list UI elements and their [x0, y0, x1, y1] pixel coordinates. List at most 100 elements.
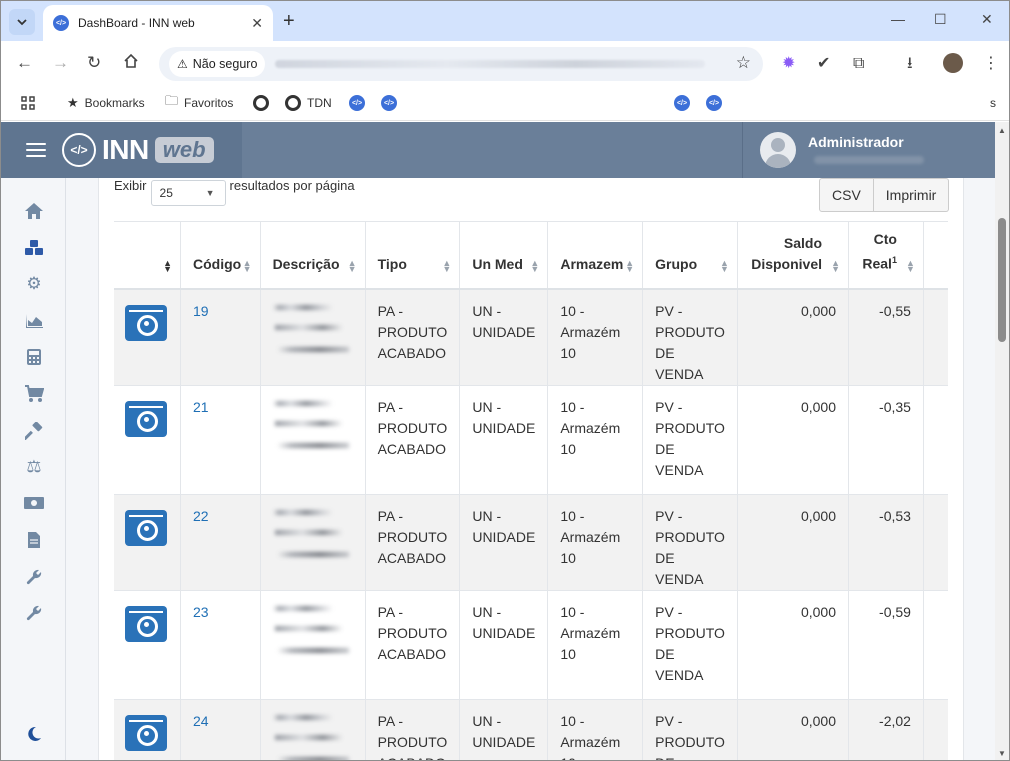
sort-icon: ▲ ▼ — [625, 257, 635, 274]
back-arrow-icon[interactable]: ← — [16, 53, 33, 73]
hamburger-menu-icon[interactable] — [26, 139, 46, 161]
description-redacted — [272, 710, 349, 760]
image-cell — [114, 494, 181, 591]
bookmark-ring[interactable] — [253, 94, 275, 112]
home-button-icon[interactable] — [123, 53, 139, 74]
home-icon[interactable] — [23, 200, 45, 222]
code-icon: </> — [349, 95, 365, 111]
tipo-cell: PA - PRODUTO ACABADO — [365, 494, 461, 591]
table-header-row: ▲ ▼ Código ▲ ▼ Descrição ▲ ▼ Tipo ▲ ▼ Un Med ▲ ▼ … — [114, 221, 948, 289]
balance-scale-icon[interactable]: ⚖ — [23, 456, 45, 478]
money-bill-icon[interactable] — [23, 492, 45, 514]
sidebar: ⚙ ⚖ — [1, 178, 66, 760]
column-header-armazem[interactable]: Armazem ▲ ▼ — [547, 221, 644, 289]
code-cell: 19 — [180, 288, 261, 386]
overflow-cell — [923, 699, 948, 760]
forward-arrow-icon[interactable]: → — [52, 53, 69, 73]
page-scrollbar[interactable]: ▲ ▼ — [995, 122, 1009, 760]
column-header-cto-real[interactable]: Cto Real1 ▲ ▼ — [848, 221, 924, 289]
bookmark-tdn[interactable]: TDN — [285, 94, 332, 112]
site-info-chip[interactable]: ⚠ Não seguro — [169, 51, 266, 77]
new-tab-button[interactable]: + — [283, 9, 295, 33]
cart-icon[interactable] — [23, 383, 45, 405]
product-code-link[interactable]: 21 — [193, 399, 209, 415]
camera-icon[interactable] — [125, 509, 167, 546]
product-code-link[interactable]: 24 — [193, 713, 209, 729]
camera-icon[interactable] — [125, 714, 167, 751]
moon-icon[interactable] — [23, 723, 45, 745]
column-header-tipo[interactable]: Tipo ▲ ▼ — [365, 221, 461, 289]
bookmark-star-icon[interactable]: ☆ — [736, 53, 751, 73]
url-text-redacted — [275, 60, 706, 68]
menu-dots-icon[interactable]: ⋮ — [983, 54, 999, 74]
per-page-label: resultados por página — [229, 177, 355, 193]
bookmark-innweb-2[interactable]: </> — [381, 94, 397, 112]
code-cell: 24 — [180, 699, 261, 760]
page-length-control: Exibir 25 ▼ resultados por página — [114, 172, 355, 206]
bookmark-innweb-1[interactable]: </> — [349, 94, 365, 112]
close-icon[interactable]: ✕ — [251, 15, 263, 32]
cubes-icon[interactable] — [23, 237, 45, 259]
product-code-link[interactable]: 23 — [193, 604, 209, 620]
bookmark-favoritos[interactable]: 🗀 Favoritos — [165, 93, 233, 112]
maximize-icon[interactable]: ☐ — [934, 11, 947, 28]
product-code-link[interactable]: 19 — [193, 303, 209, 319]
armazem-cell: 10 - Armazém 10 — [547, 699, 644, 760]
minimize-icon[interactable]: — — [891, 11, 905, 27]
product-code-link[interactable]: 22 — [193, 508, 209, 524]
chart-area-icon[interactable] — [23, 310, 45, 332]
scrollbar-thumb[interactable] — [998, 218, 1006, 342]
column-header-descricao[interactable]: Descrição ▲ ▼ — [260, 221, 366, 289]
download-icon[interactable]: ⭳ — [907, 54, 913, 74]
tab-search-button[interactable] — [9, 9, 35, 35]
extension-gear-icon[interactable]: ✹ — [782, 54, 795, 74]
column-header-grupo[interactable]: Grupo ▲ ▼ — [642, 221, 738, 289]
user-menu[interactable]: Administrador — [742, 122, 995, 178]
unmed-cell: UN - UNIDADE — [459, 385, 549, 495]
column-header-codigo[interactable]: Código ▲ ▼ — [180, 221, 261, 289]
sort-icon: ▲ ▼ — [720, 257, 729, 274]
bookmarks-overflow[interactable]: s — [990, 94, 996, 112]
window-close-icon[interactable]: ✕ — [981, 11, 993, 28]
hammer-icon[interactable] — [23, 420, 45, 442]
reload-icon[interactable]: ↻ — [87, 53, 101, 73]
browser-toolbar: ← → ↻ ⚠ Não seguro ☆ ✹ ✔ ⧉ ⭳ ⋮ — [1, 41, 1009, 87]
chevron-down-icon — [17, 19, 27, 26]
extensions-puzzle-icon[interactable]: ⧉ — [853, 54, 864, 74]
table-row: 19 PA - PRODUTO ACABADO UN - UNIDADE 10 - A… — [114, 288, 948, 386]
calculator-icon[interactable] — [23, 346, 45, 368]
column-header-un-med[interactable]: Un Med ▲ ▼ — [459, 221, 549, 289]
sort-icon: ▲ ▼ — [442, 257, 452, 274]
tab-dashboard[interactable]: </> DashBoard - INN web ✕ — [43, 5, 273, 41]
unmed-cell: UN - UNIDADE — [459, 288, 549, 386]
app-header: </> INN web Administrador — [1, 122, 995, 178]
wrench-icon[interactable] — [23, 566, 45, 588]
camera-icon[interactable] — [125, 304, 167, 341]
code-icon: </> — [381, 95, 397, 111]
image-cell — [114, 699, 181, 760]
csv-button[interactable]: CSV — [819, 178, 874, 212]
wrench-icon[interactable] — [23, 602, 45, 624]
camera-icon[interactable] — [125, 400, 167, 437]
bookmark-label: Bookmarks — [84, 96, 145, 110]
document-icon[interactable] — [23, 529, 45, 551]
bookmark-bookmarks[interactable]: ★ Bookmarks — [67, 94, 145, 112]
column-header-saldo[interactable]: Saldo Disponivel ▲ ▼ — [737, 221, 850, 289]
folder-icon: 🗀 — [165, 93, 179, 108]
tipo-cell: PA - PRODUTO ACABADO — [365, 590, 461, 700]
print-button[interactable]: Imprimir — [873, 178, 950, 212]
scroll-up-icon[interactable]: ▲ — [998, 126, 1006, 135]
address-bar[interactable]: ⚠ Não seguro ☆ — [159, 47, 763, 81]
apps-grid-icon[interactable] — [21, 94, 35, 112]
bookmark-innweb-4[interactable]: </> — [706, 94, 722, 112]
column-header-image[interactable]: ▲ ▼ — [114, 221, 181, 289]
page-size-select[interactable]: 25 ▼ — [150, 180, 226, 206]
camera-icon[interactable] — [125, 605, 167, 642]
cogs-icon[interactable]: ⚙ — [23, 273, 45, 295]
description-redacted — [272, 601, 349, 664]
extension-check-icon[interactable]: ✔ — [817, 54, 830, 74]
bookmark-innweb-3[interactable]: </> — [674, 94, 690, 112]
user-avatar-icon — [760, 132, 796, 168]
scroll-down-icon[interactable]: ▼ — [998, 749, 1006, 758]
profile-avatar[interactable] — [943, 53, 963, 73]
